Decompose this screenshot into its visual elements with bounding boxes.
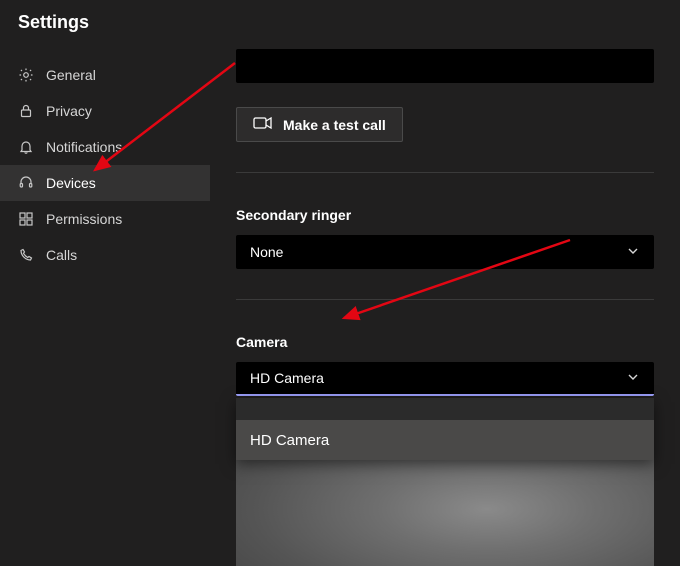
main-panel: Make a test call Secondary ringer None C… (210, 49, 680, 566)
lock-icon (18, 103, 34, 119)
headset-icon (18, 175, 34, 191)
sidebar-item-calls[interactable]: Calls (0, 237, 210, 273)
sidebar-item-notifications[interactable]: Notifications (0, 129, 210, 165)
camera-select[interactable]: HD Camera (236, 362, 654, 396)
secondary-ringer-select[interactable]: None (236, 235, 654, 269)
divider (236, 299, 654, 300)
sidebar-item-label: General (46, 67, 96, 83)
phone-icon (18, 247, 34, 263)
sidebar-item-label: Devices (46, 175, 96, 191)
apps-icon (18, 211, 34, 227)
camera-preview (236, 456, 654, 566)
sidebar-item-permissions[interactable]: Permissions (0, 201, 210, 237)
video-call-icon (253, 116, 273, 133)
sidebar-item-label: Permissions (46, 211, 122, 227)
page-title: Settings (0, 0, 680, 49)
sidebar: General Privacy Notifications Devices (0, 49, 210, 566)
sidebar-item-devices[interactable]: Devices (0, 165, 210, 201)
camera-heading: Camera (236, 334, 654, 350)
gear-icon (18, 67, 34, 83)
sidebar-item-label: Calls (46, 247, 77, 263)
bell-icon (18, 139, 34, 155)
sidebar-item-label: Privacy (46, 103, 92, 119)
camera-option-hd-camera[interactable]: HD Camera (236, 420, 654, 460)
select-value: HD Camera (250, 370, 324, 386)
sidebar-item-privacy[interactable]: Privacy (0, 93, 210, 129)
button-label: Make a test call (283, 117, 386, 133)
sidebar-item-label: Notifications (46, 139, 122, 155)
select-value: None (250, 244, 283, 260)
divider (236, 172, 654, 173)
sidebar-item-general[interactable]: General (0, 57, 210, 93)
chevron-down-icon (626, 370, 640, 387)
speaker-select[interactable] (236, 49, 654, 83)
make-test-call-button[interactable]: Make a test call (236, 107, 403, 142)
chevron-down-icon (626, 244, 640, 261)
camera-dropdown-list: HD Camera (236, 398, 654, 460)
secondary-ringer-heading: Secondary ringer (236, 207, 654, 223)
